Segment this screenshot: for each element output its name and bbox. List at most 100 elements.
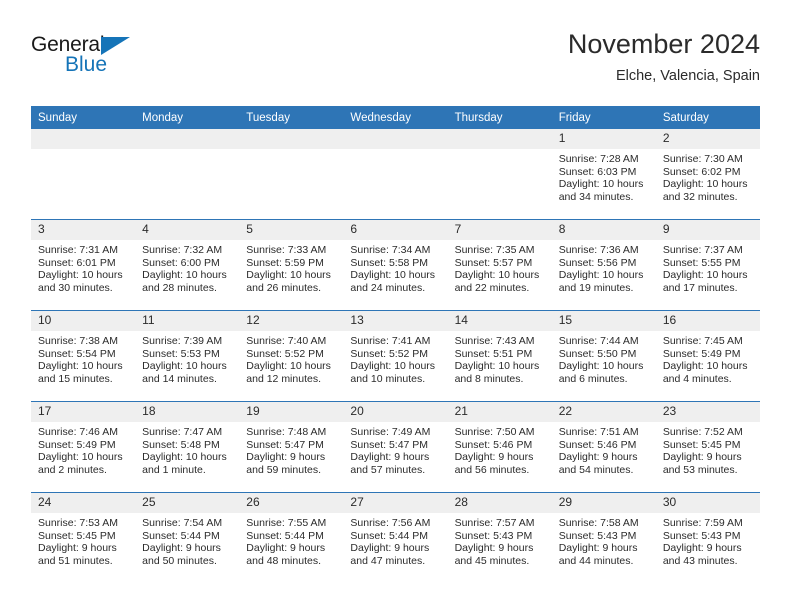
daylight-duration-line2: and 56 minutes. xyxy=(454,463,530,476)
calendar-day-cell[interactable]: 14 Sunrise: 7:43 AM Sunset: 5:51 PM Dayligh… xyxy=(447,310,552,402)
day-details: Sunrise: 7:47 AM Sunset: 5:48 PM Daylight:… xyxy=(135,422,239,476)
sunset-time: Sunset: 5:45 PM xyxy=(662,438,741,451)
calendar-day-cell[interactable]: 16 Sunrise: 7:45 AM Sunset: 5:49 PM Dayligh… xyxy=(655,310,760,402)
day-details: Sunrise: 7:49 AM Sunset: 5:47 PM Daylight:… xyxy=(343,422,447,476)
calendar-day-cell[interactable]: 15 Sunrise: 7:44 AM Sunset: 5:50 PM Dayligh… xyxy=(551,310,656,402)
daylight-duration-line1: Daylight: 9 hours xyxy=(558,542,638,555)
calendar-day-cell[interactable]: 1 Sunrise: 7:28 AM Sunset: 6:03 PM Daylight… xyxy=(551,129,656,220)
day-details: Sunrise: 7:35 AM Sunset: 5:57 PM Daylight:… xyxy=(448,240,552,294)
location-subtitle: Elche, Valencia, Spain xyxy=(615,68,760,84)
sunrise-time: Sunrise: 7:47 AM xyxy=(142,426,223,438)
day-number: 5 xyxy=(239,220,344,240)
calendar-day-cell[interactable]: 21 Sunrise: 7:50 AM Sunset: 5:46 PM Dayligh… xyxy=(447,401,552,493)
sunrise-time: Sunrise: 7:51 AM xyxy=(558,426,639,438)
daylight-duration-line1: Daylight: 10 hours xyxy=(142,451,227,464)
daylight-duration-line1: Daylight: 10 hours xyxy=(558,360,644,373)
calendar-cell-empty xyxy=(343,129,448,220)
calendar-day-cell[interactable]: 6 Sunrise: 7:34 AM Sunset: 5:58 PM Daylight… xyxy=(343,219,448,311)
day-details: Sunrise: 7:57 AM Sunset: 5:43 PM Daylight:… xyxy=(448,513,552,567)
sunrise-time: Sunrise: 7:38 AM xyxy=(38,335,118,347)
calendar-day-cell[interactable]: 8 Sunrise: 7:36 AM Sunset: 5:56 PM Daylight… xyxy=(551,219,656,311)
calendar-day-cell[interactable]: 9 Sunrise: 7:37 AM Sunset: 5:55 PM Daylight… xyxy=(655,219,760,311)
calendar-day-cell[interactable]: 11 Sunrise: 7:39 AM Sunset: 5:53 PM Dayligh… xyxy=(135,310,240,402)
daylight-duration-line1: Daylight: 9 hours xyxy=(558,451,638,464)
calendar-day-cell[interactable]: 7 Sunrise: 7:35 AM Sunset: 5:57 PM Daylight… xyxy=(447,219,552,311)
calendar-day-cell[interactable]: 25 Sunrise: 7:54 AM Sunset: 5:44 PM Dayligh… xyxy=(135,492,240,583)
calendar-day-cell[interactable]: 2 Sunrise: 7:30 AM Sunset: 6:02 PM Daylight… xyxy=(655,129,760,220)
day-details: Sunrise: 7:59 AM Sunset: 5:43 PM Daylight:… xyxy=(656,513,760,567)
day-number: 30 xyxy=(655,493,760,513)
daylight-duration-line1: Daylight: 10 hours xyxy=(662,178,748,191)
sunrise-time: Sunrise: 7:59 AM xyxy=(662,517,743,529)
calendar-day-cell[interactable]: 27 Sunrise: 7:56 AM Sunset: 5:44 PM Dayligh… xyxy=(343,492,448,583)
day-number: 28 xyxy=(447,493,552,513)
daylight-duration-line2: and 22 minutes. xyxy=(454,281,530,294)
calendar-header-row: Sunday Monday Tuesday Wednesday Thursday… xyxy=(31,106,760,129)
calendar-week-row: 3 Sunrise: 7:31 AM Sunset: 6:01 PM Daylight… xyxy=(31,219,760,311)
calendar-day-cell[interactable]: 3 Sunrise: 7:31 AM Sunset: 6:01 PM Daylight… xyxy=(31,219,136,311)
daylight-duration-line2: and 28 minutes. xyxy=(142,281,217,294)
calendar-day-cell[interactable]: 13 Sunrise: 7:41 AM Sunset: 5:52 PM Dayligh… xyxy=(343,310,448,402)
calendar-day-cell[interactable]: 18 Sunrise: 7:47 AM Sunset: 5:48 PM Dayligh… xyxy=(135,401,240,493)
sunrise-time: Sunrise: 7:50 AM xyxy=(454,426,535,438)
daylight-duration-line1: Daylight: 10 hours xyxy=(662,269,748,282)
sunset-time: Sunset: 5:43 PM xyxy=(662,529,741,542)
calendar-day-cell[interactable]: 5 Sunrise: 7:33 AM Sunset: 5:59 PM Daylight… xyxy=(239,219,344,311)
calendar-day-cell[interactable]: 20 Sunrise: 7:49 AM Sunset: 5:47 PM Dayligh… xyxy=(343,401,448,493)
day-number: 6 xyxy=(343,220,448,240)
day-details: Sunrise: 7:28 AM Sunset: 6:03 PM Daylight:… xyxy=(552,149,656,203)
weekday-header-friday: Friday xyxy=(551,106,656,129)
daylight-duration-line2: and 30 minutes. xyxy=(38,281,113,294)
daylight-duration-line1: Daylight: 10 hours xyxy=(38,360,123,373)
calendar-day-cell[interactable]: 22 Sunrise: 7:51 AM Sunset: 5:46 PM Dayligh… xyxy=(551,401,656,493)
calendar-day-cell[interactable]: 30 Sunrise: 7:59 AM Sunset: 5:43 PM Dayligh… xyxy=(655,492,760,583)
weekday-header-wednesday: Wednesday xyxy=(343,106,448,129)
sunrise-time: Sunrise: 7:58 AM xyxy=(558,517,639,529)
sunrise-time: Sunrise: 7:28 AM xyxy=(558,153,639,165)
calendar-day-cell[interactable]: 17 Sunrise: 7:46 AM Sunset: 5:49 PM Dayligh… xyxy=(31,401,136,493)
day-details: Sunrise: 7:58 AM Sunset: 5:43 PM Daylight:… xyxy=(552,513,656,567)
day-number: 10 xyxy=(31,311,136,331)
day-number: 3 xyxy=(31,220,136,240)
daylight-duration-line2: and 10 minutes. xyxy=(350,372,426,385)
sunset-time: Sunset: 6:01 PM xyxy=(38,256,116,269)
calendar-week-row: 1 Sunrise: 7:28 AM Sunset: 6:03 PM Daylight… xyxy=(31,129,760,220)
sunrise-time: Sunrise: 7:52 AM xyxy=(662,426,743,438)
calendar-day-cell[interactable]: 28 Sunrise: 7:57 AM Sunset: 5:43 PM Dayligh… xyxy=(447,492,552,583)
sunset-time: Sunset: 5:46 PM xyxy=(558,438,637,451)
calendar-day-cell[interactable]: 24 Sunrise: 7:53 AM Sunset: 5:45 PM Dayligh… xyxy=(31,492,136,583)
daylight-duration-line1: Daylight: 9 hours xyxy=(246,451,326,464)
day-number xyxy=(31,129,136,149)
sunset-time: Sunset: 6:00 PM xyxy=(142,256,220,269)
sunrise-time: Sunrise: 7:39 AM xyxy=(142,335,223,347)
calendar-day-cell[interactable]: 19 Sunrise: 7:48 AM Sunset: 5:47 PM Dayligh… xyxy=(239,401,344,493)
calendar-day-cell[interactable]: 23 Sunrise: 7:52 AM Sunset: 5:45 PM Dayligh… xyxy=(655,401,760,493)
sunset-time: Sunset: 5:44 PM xyxy=(350,529,429,542)
daylight-duration-line2: and 32 minutes. xyxy=(662,190,738,203)
day-number: 16 xyxy=(655,311,760,331)
day-details: Sunrise: 7:45 AM Sunset: 5:49 PM Daylight:… xyxy=(656,331,760,385)
calendar-day-cell[interactable]: 10 Sunrise: 7:38 AM Sunset: 5:54 PM Dayligh… xyxy=(31,310,136,402)
calendar-day-cell[interactable]: 29 Sunrise: 7:58 AM Sunset: 5:43 PM Dayligh… xyxy=(551,492,656,583)
daylight-duration-line2: and 59 minutes. xyxy=(246,463,321,476)
sunset-time: Sunset: 5:49 PM xyxy=(662,347,741,360)
sunrise-time: Sunrise: 7:43 AM xyxy=(454,335,535,347)
calendar-page: General Blue November 2024 Elche, Valenc… xyxy=(0,0,792,612)
calendar-cell-empty xyxy=(447,129,552,220)
daylight-duration-line2: and 14 minutes. xyxy=(142,372,217,385)
sunset-time: Sunset: 6:03 PM xyxy=(558,165,637,178)
sunset-time: Sunset: 5:45 PM xyxy=(38,529,116,542)
daylight-duration-line2: and 12 minutes. xyxy=(246,372,321,385)
sunrise-time: Sunrise: 7:49 AM xyxy=(350,426,431,438)
calendar-day-cell[interactable]: 12 Sunrise: 7:40 AM Sunset: 5:52 PM Dayligh… xyxy=(239,310,344,402)
sunrise-time: Sunrise: 7:32 AM xyxy=(142,244,223,256)
sunset-time: Sunset: 5:47 PM xyxy=(350,438,429,451)
daylight-duration-line2: and 34 minutes. xyxy=(558,190,634,203)
calendar-day-cell[interactable]: 26 Sunrise: 7:55 AM Sunset: 5:44 PM Dayligh… xyxy=(239,492,344,583)
day-number: 27 xyxy=(343,493,448,513)
general-blue-logo[interactable]: General Blue xyxy=(31,34,151,82)
day-number: 4 xyxy=(135,220,240,240)
calendar-day-cell[interactable]: 4 Sunrise: 7:32 AM Sunset: 6:00 PM Daylight… xyxy=(135,219,240,311)
day-details: Sunrise: 7:32 AM Sunset: 6:00 PM Daylight:… xyxy=(135,240,239,294)
sunset-time: Sunset: 5:56 PM xyxy=(558,256,637,269)
